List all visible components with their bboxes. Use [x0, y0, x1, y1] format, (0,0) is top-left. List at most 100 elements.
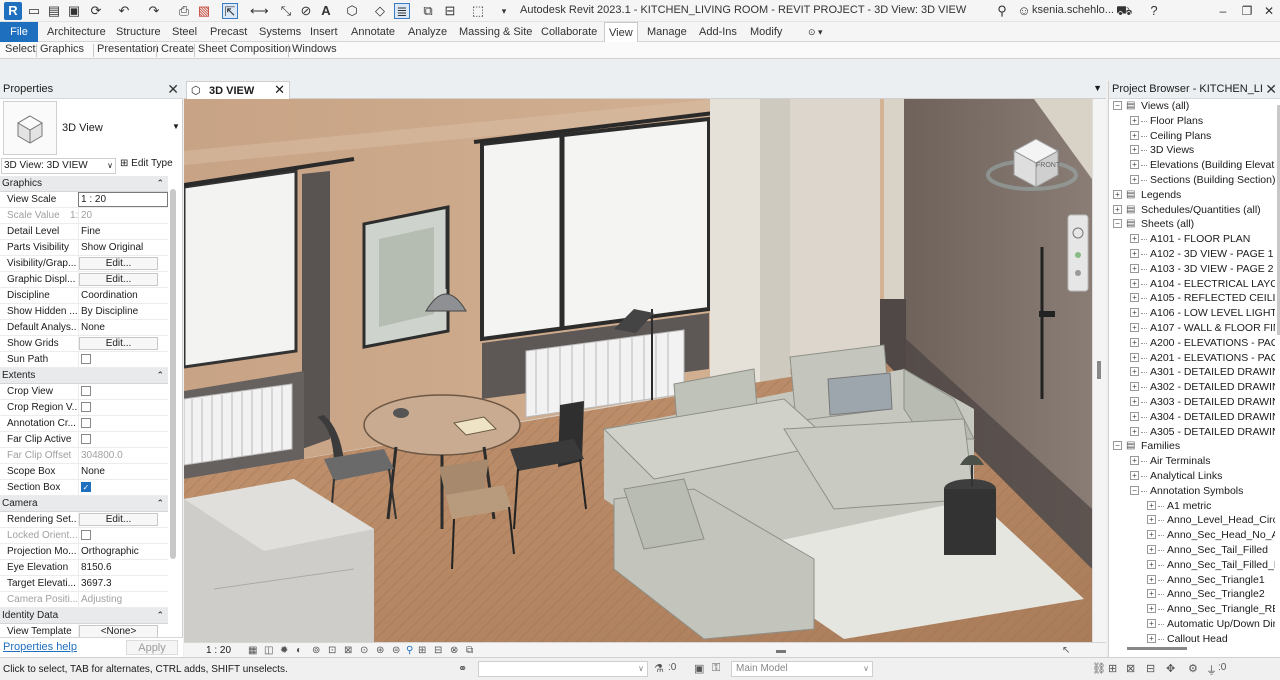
- collapse-icon[interactable]: −: [1113, 219, 1122, 229]
- property-value[interactable]: Fine: [78, 224, 168, 240]
- new-icon[interactable]: ▤: [46, 3, 62, 19]
- browser-item[interactable]: + A1 metric: [1109, 499, 1275, 514]
- show-crop-icon[interactable]: ⊠: [344, 645, 352, 656]
- checkbox-icon[interactable]: [81, 530, 91, 540]
- sync-icon[interactable]: ⟳: [88, 3, 104, 19]
- tab-systems[interactable]: Systems: [255, 22, 305, 42]
- background-process-icon[interactable]: ⚙: [1188, 662, 1198, 675]
- property-section[interactable]: Camera ⌃: [0, 496, 168, 512]
- browser-item[interactable]: + Anno_Sec_Triangle2: [1109, 587, 1275, 602]
- reveal-hidden-icon[interactable]: ⊜: [392, 645, 400, 656]
- browser-item[interactable]: + A105 - REFLECTED CEILING PLAN: [1109, 291, 1275, 306]
- apply-button[interactable]: Apply: [126, 640, 178, 655]
- expand-icon[interactable]: +: [1130, 263, 1139, 273]
- browser-item[interactable]: + Anno_Sec_Triangle1: [1109, 573, 1275, 588]
- browser-item[interactable]: + A103 - 3D VIEW - PAGE 2: [1109, 262, 1275, 277]
- user-icon[interactable]: ☺: [1016, 3, 1032, 19]
- property-value[interactable]: Orthographic: [78, 544, 168, 560]
- edit-button-label[interactable]: Edit...: [79, 257, 158, 270]
- browser-item[interactable]: + Callout Head: [1109, 632, 1275, 647]
- detail-level-icon[interactable]: ▦: [248, 645, 257, 656]
- property-checkbox[interactable]: [78, 416, 168, 432]
- save-icon[interactable]: ▣: [66, 3, 82, 19]
- scrollbar-thumb[interactable]: [1097, 361, 1101, 379]
- panel-presentation[interactable]: Presentation: [97, 43, 159, 55]
- expand-icon[interactable]: +: [1130, 278, 1139, 288]
- dimension-icon[interactable]: ⤡: [278, 3, 294, 19]
- collapse-icon[interactable]: ⌃: [156, 608, 164, 623]
- tab-massing-site[interactable]: Massing & Site: [455, 22, 536, 42]
- expand-icon[interactable]: +: [1130, 352, 1139, 362]
- sun-path-icon[interactable]: ✹: [280, 645, 288, 656]
- checkbox-checked-icon[interactable]: ✓: [81, 482, 91, 492]
- expand-icon[interactable]: +: [1130, 337, 1139, 347]
- browser-item[interactable]: + A104 - ELECTRICAL LAYOUT: [1109, 277, 1275, 292]
- design-options-icon[interactable]: ▣: [694, 662, 704, 675]
- expand-icon[interactable]: +: [1147, 559, 1156, 569]
- collapse-icon[interactable]: ⌃: [156, 368, 164, 383]
- edit-button-label[interactable]: Edit...: [79, 273, 158, 286]
- tab-insert[interactable]: Insert: [306, 22, 342, 42]
- close-icon[interactable]: ✕: [167, 81, 179, 98]
- browser-item[interactable]: + A303 - DETAILED DRAWINGS: [1109, 395, 1275, 410]
- checkbox-icon[interactable]: [81, 418, 91, 428]
- browser-item[interactable]: + A200 - ELEVATIONS - PAGE 1: [1109, 336, 1275, 351]
- crop-view-icon[interactable]: ⊡: [328, 645, 336, 656]
- collapse-icon[interactable]: ⌃: [156, 496, 164, 511]
- property-value[interactable]: Adjusting: [78, 592, 168, 608]
- expand-icon[interactable]: +: [1147, 530, 1156, 540]
- view-scale-label[interactable]: 1 : 20: [206, 645, 231, 656]
- tab-add-ins[interactable]: Add-Ins: [695, 22, 741, 42]
- modify-icon[interactable]: ⇱: [222, 3, 238, 19]
- tab-structure[interactable]: Structure: [112, 22, 165, 42]
- editable-only-icon[interactable]: ⚿: [712, 662, 720, 675]
- property-edit-button[interactable]: Edit...: [78, 256, 168, 272]
- type-name[interactable]: 3D View: [62, 122, 103, 134]
- browser-item[interactable]: − ▤ Sheets (all): [1109, 217, 1275, 232]
- expand-icon[interactable]: +: [1147, 544, 1156, 554]
- edit-type-button[interactable]: ⊞ Edit Type: [120, 158, 173, 169]
- property-edit-button[interactable]: Edit...: [78, 336, 168, 352]
- browser-item[interactable]: + Analytical Links: [1109, 469, 1275, 484]
- browser-item[interactable]: + Floor Plans: [1109, 114, 1275, 129]
- pdf-icon[interactable]: ▧: [196, 3, 212, 19]
- pin-icon[interactable]: ⚲: [406, 645, 413, 656]
- collapse-icon[interactable]: −: [1113, 101, 1122, 110]
- print-icon[interactable]: ⎙: [176, 3, 192, 19]
- link-select-icon[interactable]: ⛓: [1092, 662, 1106, 675]
- expand-icon[interactable]: +: [1130, 145, 1139, 155]
- expand-icon[interactable]: +: [1130, 322, 1139, 332]
- expand-icon[interactable]: +: [1147, 589, 1156, 599]
- property-section[interactable]: Extents ⌃: [0, 368, 168, 384]
- property-edit-button[interactable]: Edit...: [78, 512, 168, 528]
- panel-sheet-composition[interactable]: Sheet Composition: [198, 43, 291, 55]
- browser-item[interactable]: + Anno_Sec_Triangle_REV: [1109, 602, 1275, 617]
- properties-scrollbar[interactable]: [170, 189, 176, 559]
- browser-item[interactable]: + A201 - ELEVATIONS - PAGE 2: [1109, 351, 1275, 366]
- shadows-icon[interactable]: ◐: [296, 645, 302, 656]
- tab-annotate[interactable]: Annotate: [347, 22, 399, 42]
- expand-icon[interactable]: +: [1130, 367, 1139, 377]
- collapse-icon[interactable]: ⌃: [156, 176, 164, 191]
- edit-button-label[interactable]: Edit...: [79, 337, 158, 350]
- qat-dropdown-icon[interactable]: ▾: [496, 3, 512, 19]
- minimize-icon[interactable]: –: [1212, 2, 1234, 20]
- expand-icon[interactable]: +: [1130, 115, 1139, 125]
- browser-item[interactable]: + A102 - 3D VIEW - PAGE 1: [1109, 247, 1275, 262]
- browser-item[interactable]: − ▤ Views (all): [1109, 99, 1275, 114]
- expand-icon[interactable]: +: [1113, 204, 1122, 214]
- browser-item[interactable]: + A101 - FLOOR PLAN: [1109, 232, 1275, 247]
- face-select-icon[interactable]: ⊟: [1146, 662, 1155, 675]
- tag-icon[interactable]: ⊘: [298, 3, 314, 19]
- thin-lines-icon[interactable]: ≣: [394, 3, 410, 19]
- expand-icon[interactable]: +: [1113, 189, 1122, 199]
- property-checkbox[interactable]: [78, 400, 168, 416]
- browser-item[interactable]: − ▤ Families: [1109, 439, 1275, 454]
- tab-architecture[interactable]: Architecture: [43, 22, 110, 42]
- property-section[interactable]: Graphics ⌃: [0, 176, 168, 192]
- user-name[interactable]: ksenia.schehlo...: [1032, 4, 1114, 16]
- browser-item[interactable]: + A304 - DETAILED DRAWINGS: [1109, 410, 1275, 425]
- property-value[interactable]: 3697.3: [78, 576, 168, 592]
- tab-manage[interactable]: Manage: [643, 22, 691, 42]
- expand-icon[interactable]: +: [1147, 574, 1156, 584]
